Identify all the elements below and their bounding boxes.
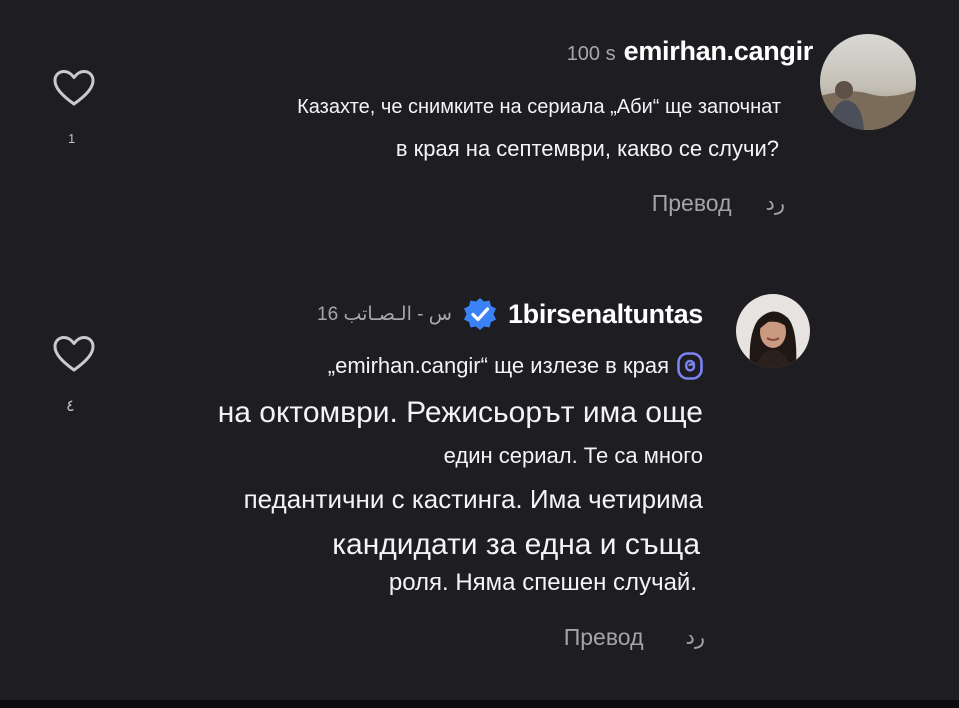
comment-username[interactable]: 1birsenaltuntas [508,299,703,330]
avatar[interactable] [736,294,810,368]
comment-text-line: роля. Няма спешен случай. [388,569,697,596]
reply-button[interactable]: رد [686,625,706,650]
comment-text-line: в края на септември, какво се случи? [395,136,779,161]
comment-text-line: кандидати за една и съща [332,528,700,561]
comment-header: 100 s emirhan.cangir [566,36,814,67]
translate-button[interactable]: Превод [652,190,732,217]
comment-time: 16 س - الـصـاتب [317,303,452,325]
verified-badge-icon [463,298,496,330]
translate-button[interactable]: Превод [564,624,644,651]
comment-header: 16 س - الـصـاتب 1birsenaltuntas [317,296,703,332]
comment-text-line: на октомври. Режисьорът има още [217,396,703,429]
heart-icon[interactable] [52,334,96,374]
reply-button[interactable]: رد [766,191,786,216]
bottom-edge-divider [0,700,959,708]
comment-username[interactable]: emirhan.cangir [624,36,814,67]
comment-time: 100 s [566,43,616,65]
comment-text-line: „emirhan.cangir“ ще излезе в края [328,352,703,380]
comment-actions: Превод رد [652,190,785,217]
comment-text-line: педантични с кастинга. Има четирима [243,484,703,514]
like-count: 1 [68,131,76,146]
comment-text-line: един сериал. Те са много [443,443,703,468]
comment-text-line: Казахте, че снимките на сериала „Аби“ ще… [297,96,781,118]
avatar[interactable] [820,34,916,130]
like-count: ٤ [66,398,75,415]
heart-icon[interactable] [52,68,96,108]
threads-icon [677,352,703,380]
comment-actions: Превод رد [564,624,705,651]
